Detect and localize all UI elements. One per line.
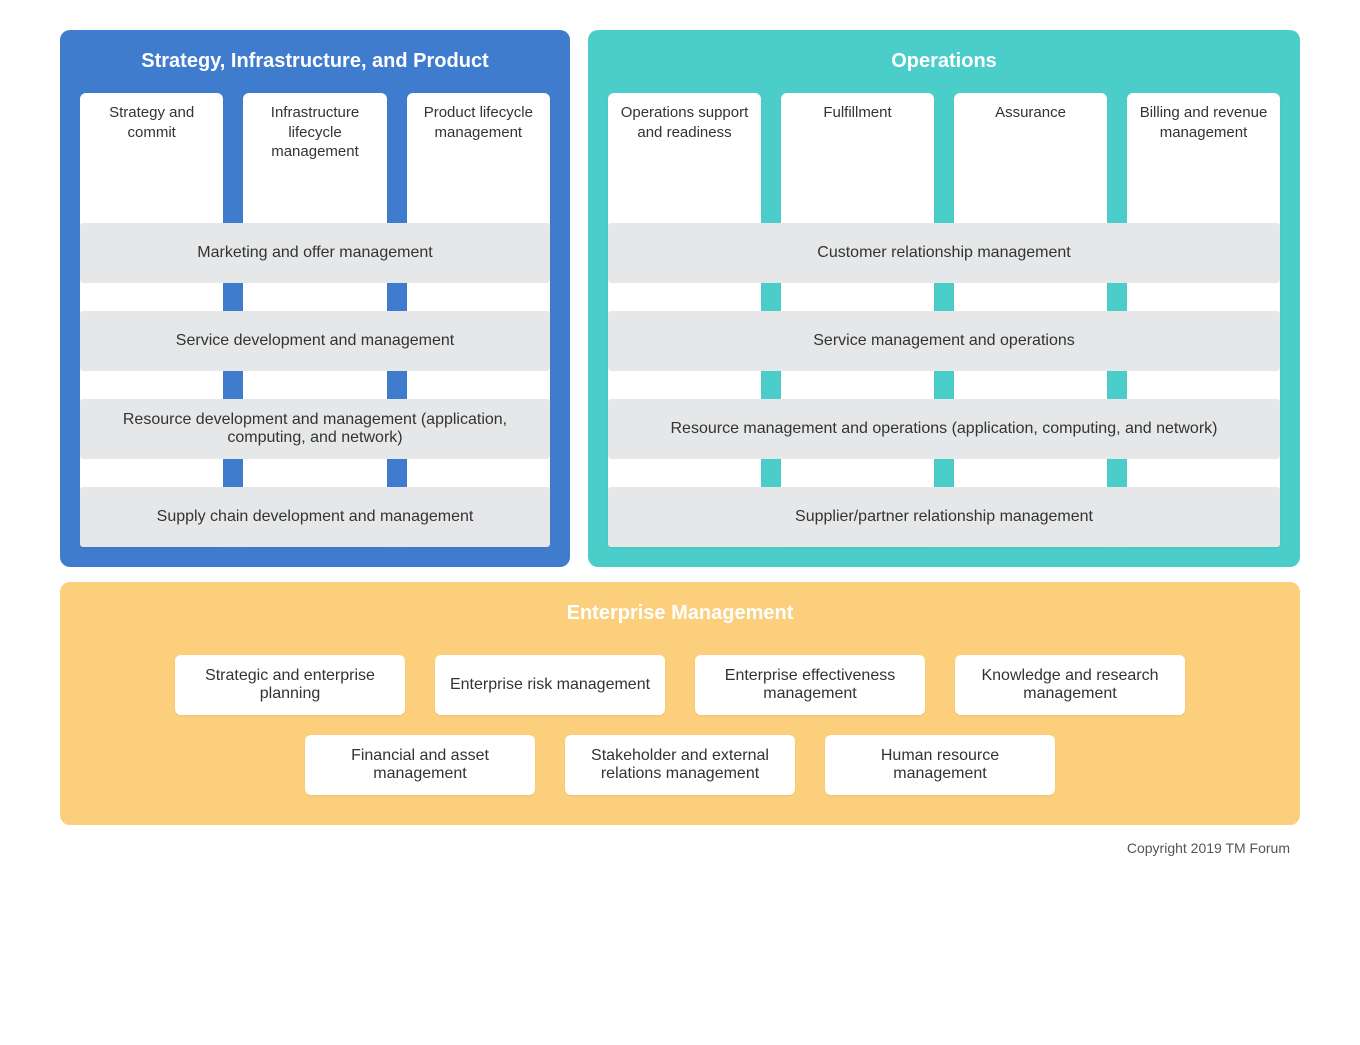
sip-row-resource-dev: Resource development and management (app… xyxy=(80,399,550,459)
ent-box-hr-management: Human resource management xyxy=(825,735,1055,795)
sip-body: Strategy and commit Infrastructure lifec… xyxy=(80,93,550,547)
ent-box-strategic-planning: Strategic and enterprise planning xyxy=(175,655,405,715)
sip-row-service-dev: Service development and management xyxy=(80,311,550,371)
enterprise-row-2: Financial and asset management Stakehold… xyxy=(90,735,1270,795)
sip-rows: Marketing and offer management Service d… xyxy=(80,93,550,547)
sip-row-marketing: Marketing and offer management xyxy=(80,223,550,283)
ops-body: Operations support and readiness Fulfill… xyxy=(608,93,1280,547)
top-row: Strategy, Infrastructure, and Product St… xyxy=(60,30,1300,567)
ops-row-resource-ops: Resource management and operations (appl… xyxy=(608,399,1280,459)
copyright-text: Copyright 2019 TM Forum xyxy=(60,840,1300,856)
ops-panel: Operations Operations support and readin… xyxy=(588,30,1300,567)
ent-box-financial-asset: Financial and asset management xyxy=(305,735,535,795)
ent-box-effectiveness: Enterprise effectiveness management xyxy=(695,655,925,715)
ops-row-service-ops: Service management and operations xyxy=(608,311,1280,371)
enterprise-panel: Enterprise Management Strategic and ente… xyxy=(60,582,1300,825)
ent-box-knowledge-research: Knowledge and research management xyxy=(955,655,1185,715)
ops-row-supplier-partner: Supplier/partner relationship management xyxy=(608,487,1280,547)
enterprise-title: Enterprise Management xyxy=(90,602,1270,625)
ops-rows: Customer relationship management Service… xyxy=(608,93,1280,547)
sip-title: Strategy, Infrastructure, and Product xyxy=(80,50,550,73)
enterprise-row-1: Strategic and enterprise planning Enterp… xyxy=(90,655,1270,715)
enterprise-rows: Strategic and enterprise planning Enterp… xyxy=(90,655,1270,795)
sip-panel: Strategy, Infrastructure, and Product St… xyxy=(60,30,570,567)
ent-box-stakeholder-relations: Stakeholder and external relations manag… xyxy=(565,735,795,795)
sip-row-supply-chain: Supply chain development and management xyxy=(80,487,550,547)
ops-title: Operations xyxy=(608,50,1280,73)
ent-box-risk-management: Enterprise risk management xyxy=(435,655,665,715)
ops-row-crm: Customer relationship management xyxy=(608,223,1280,283)
